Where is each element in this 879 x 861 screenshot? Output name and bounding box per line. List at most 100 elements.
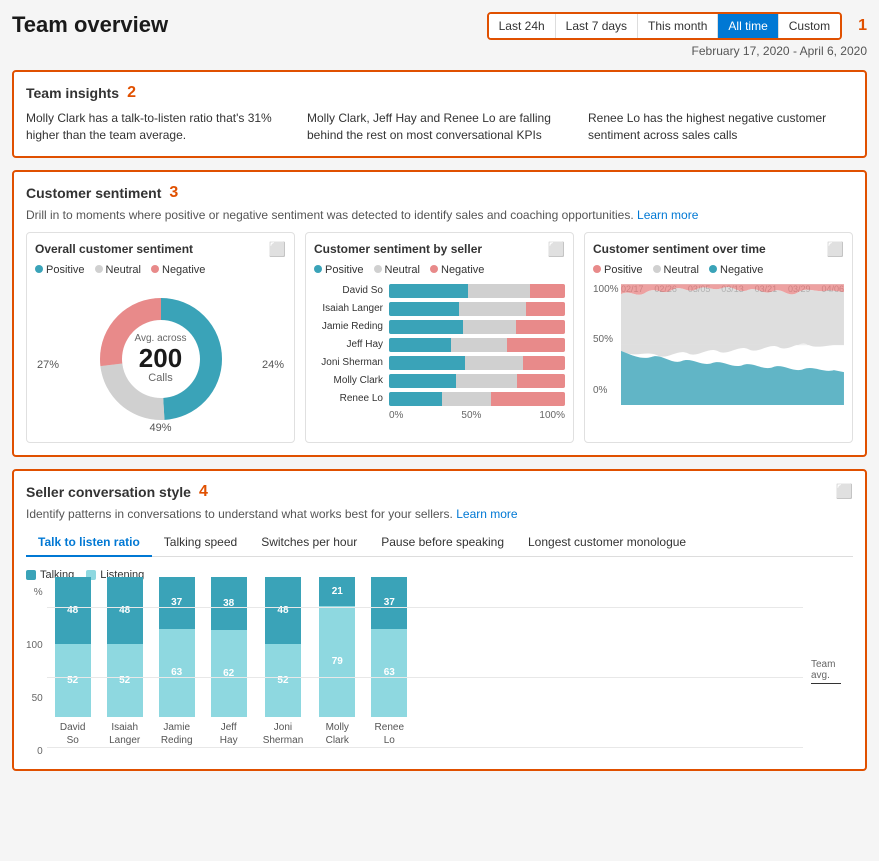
bar-top-talking: 38 (211, 577, 247, 630)
seller-legend-negative: Negative (430, 264, 484, 276)
bar-neutral (459, 302, 526, 316)
bar-track (389, 284, 565, 298)
seller-name: Isaiah Langer (314, 303, 389, 314)
bar-bottom-listening: 52 (265, 644, 301, 717)
export-icon-conv[interactable]: ⬜ (836, 483, 853, 499)
bar-positive (389, 374, 456, 388)
area-y-labels: 100% 50% 0% (593, 284, 619, 396)
bar-negative (516, 320, 565, 334)
filter-this-month[interactable]: This month (638, 14, 718, 38)
tab-talk-listen[interactable]: Talk to listen ratio (26, 529, 152, 557)
team-avg-line (811, 683, 841, 684)
overall-legend: Positive Neutral Negative (35, 264, 286, 276)
bar-track (389, 338, 565, 352)
grid-0 (47, 747, 803, 748)
tab-monologue[interactable]: Longest customer monologue (516, 529, 698, 557)
seller-bar-label: JamieReding (161, 721, 193, 747)
seller-sentiment-chart: Customer sentiment by seller ⬜ Positive … (305, 232, 574, 443)
seller-name: Molly Clark (314, 375, 389, 386)
seller-name: David So (314, 285, 389, 296)
y-100: 100 (26, 640, 43, 651)
page-header: Team overview Last 24h Last 7 days This … (12, 12, 867, 58)
bar-bottom-listening: 62 (211, 630, 247, 717)
time-filter-group: Last 24h Last 7 days This month All time… (487, 12, 842, 40)
seller-bars-container: David So Isaiah Langer Jamie Reding Jeff… (314, 284, 565, 406)
bar-neutral (451, 338, 507, 352)
sentiment-learn-more[interactable]: Learn more (637, 208, 698, 222)
seller-bar-row: David So (314, 284, 565, 298)
bar-track (389, 374, 565, 388)
filter-custom[interactable]: Custom (779, 14, 840, 38)
team-insights-section: Team insights 2 Molly Clark has a talk-t… (12, 70, 867, 158)
seller-bar-col: 48 52 JoniSherman (263, 577, 304, 747)
export-icon-overtime[interactable]: ⬜ (827, 241, 844, 258)
conv-learn-more[interactable]: Learn more (456, 507, 517, 521)
bar-track (389, 356, 565, 370)
bar-bottom-listening: 52 (55, 644, 91, 717)
stacked-bar: 21 79 (319, 577, 355, 717)
overall-sentiment-chart: Overall customer sentiment ⬜ Positive Ne… (26, 232, 295, 443)
tab-switches[interactable]: Switches per hour (249, 529, 369, 557)
stacked-bar-area: 48 52 DavidSo 48 52 IsaiahLanger 37 63 J… (47, 587, 803, 757)
ot-legend-negative: Negative (709, 264, 763, 276)
stacked-bar: 38 62 (211, 577, 247, 717)
tab-talking-speed[interactable]: Talking speed (152, 529, 249, 557)
bar-negative (517, 374, 565, 388)
overtime-chart-title-row: Customer sentiment over time ⬜ (593, 241, 844, 258)
seller-bar-label: JeffHay (220, 721, 238, 747)
bar-track (389, 392, 565, 406)
overtime-chart-title: Customer sentiment over time (593, 242, 766, 256)
ot-legend-positive: Positive (593, 264, 643, 276)
seller-chart-title: Customer sentiment by seller (314, 242, 482, 256)
step-1: 1 (858, 17, 867, 35)
seller-bar-col: 21 79 MollyClark (319, 577, 355, 747)
bar-track (389, 302, 565, 316)
seller-bar-col: 37 63 ReneeLo (371, 577, 407, 747)
filter-last-7-days[interactable]: Last 7 days (556, 14, 638, 38)
team-avg-label: Team avg. (803, 587, 853, 757)
charts-grid: Overall customer sentiment ⬜ Positive Ne… (26, 232, 853, 443)
seller-bar-col: 48 52 DavidSo (55, 577, 91, 747)
insight-item-2: Molly Clark, Jeff Hay and Renee Lo are f… (307, 110, 572, 144)
overtime-legend: Positive Neutral Negative (593, 264, 844, 276)
date-range: February 17, 2020 - April 6, 2020 (692, 44, 867, 58)
bar-bottom-listening: 63 (371, 629, 407, 717)
y-axis-pct: % (34, 587, 43, 598)
seller-legend-positive: Positive (314, 264, 364, 276)
bar-chart-legend: Talking Listening (26, 569, 853, 581)
seller-bar-x-labels: 0% 50% 100% (314, 410, 565, 421)
seller-bar-label: DavidSo (60, 721, 86, 747)
step-2: 2 (127, 84, 136, 102)
seller-bar-row: Renee Lo (314, 392, 565, 406)
sentiment-description: Drill in to moments where positive or ne… (26, 208, 853, 222)
seller-legend: Positive Neutral Negative (314, 264, 565, 276)
insights-grid: Molly Clark has a talk-to-listen ratio t… (26, 110, 853, 144)
step-3: 3 (169, 184, 178, 202)
insight-item-3: Renee Lo has the highest negative custom… (588, 110, 853, 144)
bar-top-talking: 48 (55, 577, 91, 644)
bar-bottom-listening: 52 (107, 644, 143, 717)
export-icon-seller[interactable]: ⬜ (548, 241, 565, 258)
filter-last-24h[interactable]: Last 24h (489, 14, 556, 38)
grid-100 (47, 607, 803, 608)
seller-bar-label: MollyClark (326, 721, 349, 747)
seller-bar-row: Joni Sherman (314, 356, 565, 370)
bar-neutral (465, 356, 523, 370)
seller-legend-neutral: Neutral (374, 264, 420, 276)
export-icon-overall[interactable]: ⬜ (269, 241, 286, 258)
conversation-style-section: Seller conversation style 4 ⬜ Identify p… (12, 469, 867, 771)
customer-sentiment-title: Customer sentiment 3 (26, 184, 853, 202)
donut-chart: Avg. across 200 Calls 27% 24% 49% (35, 284, 286, 434)
seller-bar-col: 37 63 JamieReding (159, 577, 195, 747)
tab-pause[interactable]: Pause before speaking (369, 529, 516, 557)
team-insights-title: Team insights 2 (26, 84, 853, 102)
ot-legend-neutral: Neutral (653, 264, 699, 276)
bar-top-talking: 21 (319, 577, 355, 606)
bar-neutral (463, 320, 516, 334)
filter-all-time[interactable]: All time (718, 14, 778, 38)
seller-bar-row: Molly Clark (314, 374, 565, 388)
bar-bottom-listening: 63 (159, 629, 195, 717)
bar-positive (389, 338, 451, 352)
customer-sentiment-section: Customer sentiment 3 Drill in to moments… (12, 170, 867, 457)
seller-name: Jamie Reding (314, 321, 389, 332)
